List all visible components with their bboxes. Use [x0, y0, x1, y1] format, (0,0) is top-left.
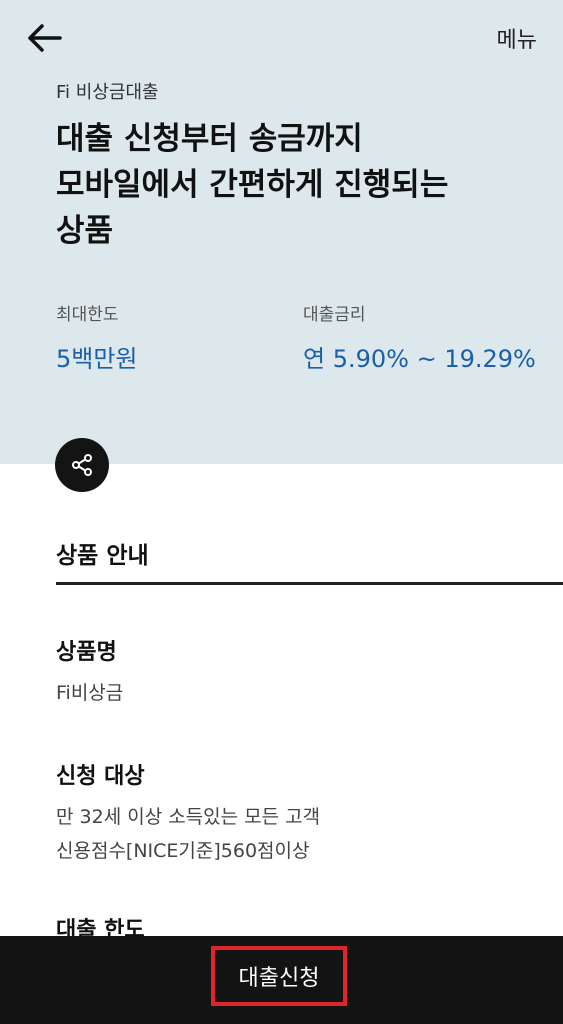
- max-limit-stat: 최대한도 5백만원: [56, 300, 138, 374]
- headline-line: 상품: [56, 213, 114, 249]
- section-divider: [56, 582, 563, 585]
- back-button[interactable]: [24, 18, 64, 58]
- arrow-left-icon: [28, 24, 62, 52]
- headline-line: 모바일에서 간편하게 진행되는: [56, 167, 449, 203]
- product-subtitle: Fi 비상금대출: [56, 82, 159, 103]
- product-headline: 대출 신청부터 송금까지 모바일에서 간편하게 진행되는 상품: [56, 116, 536, 254]
- eligibility-line: 신용점수[NICE기준]560점이상: [56, 840, 310, 862]
- share-button[interactable]: [55, 438, 109, 492]
- share-icon: [72, 454, 92, 476]
- eligibility-heading: 신청 대상: [56, 764, 145, 789]
- apply-loan-button[interactable]: 대출신청: [211, 946, 347, 1006]
- product-name-value: Fi비상금: [56, 682, 124, 704]
- interest-rate-value: 연 5.90% ~ 19.29%: [303, 345, 536, 373]
- eligibility-line: 만 32세 이상 소득있는 모든 고객: [56, 806, 321, 828]
- hero-section: 메뉴 Fi 비상금대출 대출 신청부터 송금까지 모바일에서 간편하게 진행되는…: [0, 0, 563, 464]
- product-info-title: 상품 안내: [56, 543, 149, 569]
- product-name-heading: 상품명: [56, 640, 117, 665]
- interest-rate-label: 대출금리: [303, 305, 366, 325]
- interest-rate-stat: 대출금리 연 5.90% ~ 19.29%: [303, 300, 536, 374]
- headline-line: 대출 신청부터 송금까지: [56, 121, 363, 157]
- max-limit-label: 최대한도: [56, 305, 119, 325]
- menu-button[interactable]: 메뉴: [497, 22, 537, 54]
- max-limit-value: 5백만원: [56, 345, 138, 373]
